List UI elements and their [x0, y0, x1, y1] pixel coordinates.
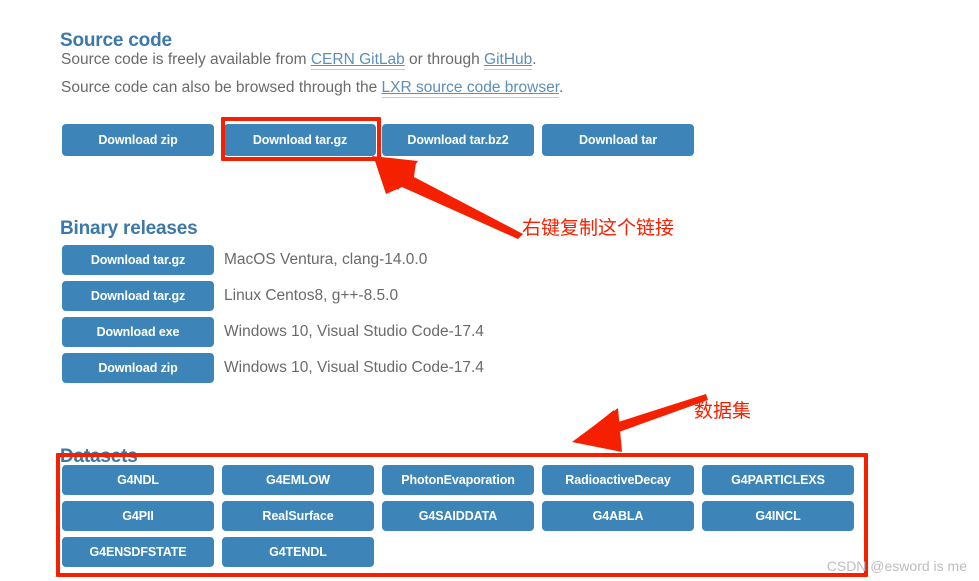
- annotation-highlight-box-datasets: [56, 453, 868, 577]
- paragraph-1-text-middle: or through: [404, 51, 485, 68]
- cern-gitlab-link[interactable]: CERN GitLab: [310, 51, 405, 70]
- download-tarbz2-button[interactable]: Download tar.bz2: [382, 124, 534, 156]
- binary-release-description-macos: MacOS Ventura, clang-14.0.0: [224, 251, 428, 268]
- annotation-highlight-box-targz: [221, 117, 381, 161]
- paragraph-1-text-suffix: .: [532, 51, 537, 68]
- binary-release-download-button-linux[interactable]: Download tar.gz: [62, 281, 214, 311]
- download-tar-button[interactable]: Download tar: [542, 124, 694, 156]
- binary-release-description-linux: Linux Centos8, g++-8.5.0: [224, 287, 399, 304]
- annotation-arrow-icon-datasets: [572, 394, 708, 452]
- download-zip-button[interactable]: Download zip: [62, 124, 214, 156]
- source-code-paragraph-2: Source code can also be browsed through …: [61, 79, 564, 98]
- source-code-paragraph-1: Source code is freely available from CER…: [61, 51, 537, 70]
- binary-release-description-windows-zip: Windows 10, Visual Studio Code-17.4: [224, 359, 484, 376]
- paragraph-2-text-suffix: .: [559, 79, 564, 96]
- binary-release-download-button-macos[interactable]: Download tar.gz: [62, 245, 214, 275]
- download-page: Source code Source code is freely availa…: [0, 0, 979, 581]
- binary-release-description-windows-exe: Windows 10, Visual Studio Code-17.4: [224, 323, 484, 340]
- lxr-source-code-browser-link[interactable]: LXR source code browser: [381, 79, 560, 98]
- binary-release-download-button-windows-exe[interactable]: Download exe: [62, 317, 214, 347]
- annotation-label-copy-link: 右键复制这个链接: [522, 217, 675, 239]
- annotation-arrow-icon-targz: [372, 156, 523, 239]
- watermark-text: CSDN @esword is me: [826, 558, 967, 574]
- page-section-heading-binary-releases: Binary releases: [60, 217, 198, 239]
- paragraph-1-text-prefix: Source code is freely available from: [61, 51, 311, 68]
- page-section-heading-source-code: Source code: [60, 29, 172, 51]
- binary-release-download-button-windows-zip[interactable]: Download zip: [62, 353, 214, 383]
- paragraph-2-text-prefix: Source code can also be browsed through …: [61, 79, 382, 96]
- github-link[interactable]: GitHub: [484, 51, 533, 70]
- annotation-label-datasets: 数据集: [694, 400, 752, 422]
